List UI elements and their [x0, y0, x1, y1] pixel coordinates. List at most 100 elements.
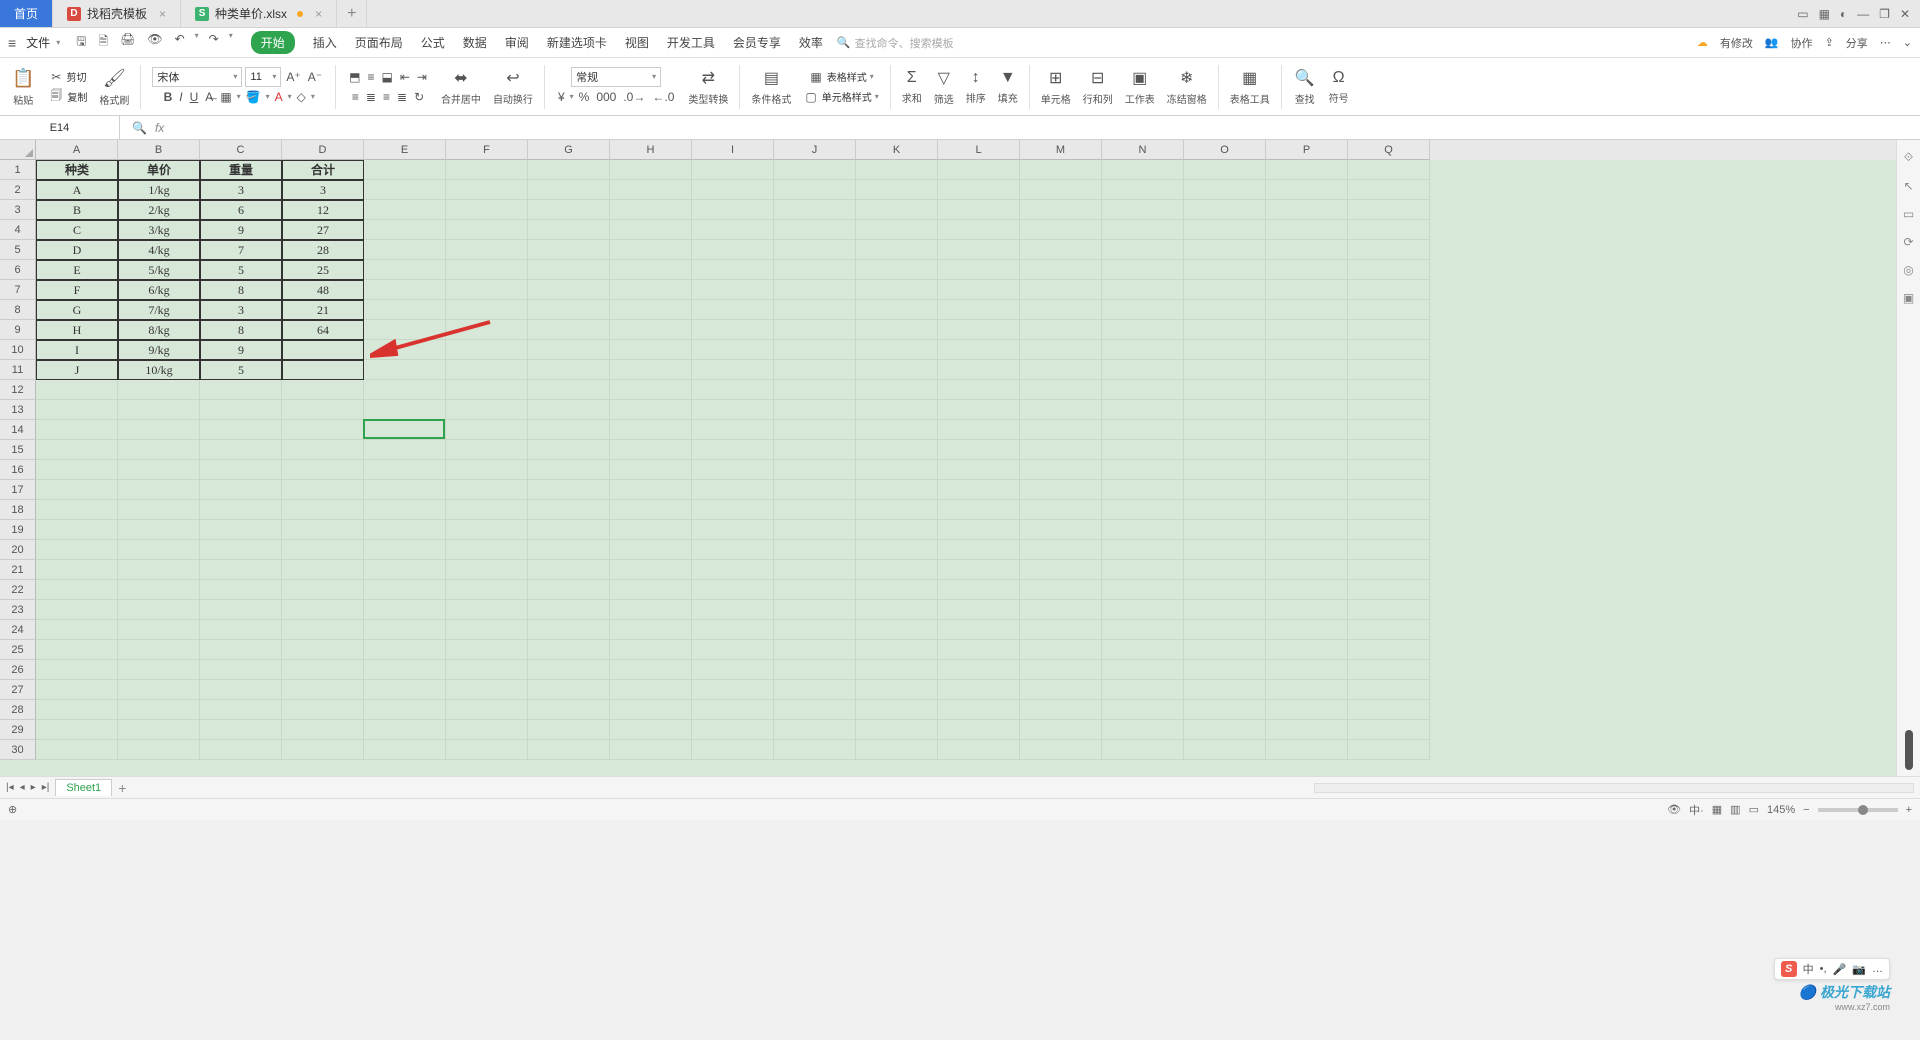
cell[interactable]: [1102, 240, 1184, 260]
menu-公式[interactable]: 公式: [421, 34, 445, 51]
ime-item[interactable]: •,: [1820, 963, 1827, 975]
tab-add[interactable]: +: [337, 0, 367, 27]
cell[interactable]: 10/kg: [118, 360, 200, 380]
cell[interactable]: [446, 340, 528, 360]
cell[interactable]: [938, 640, 1020, 660]
cell[interactable]: [1020, 220, 1102, 240]
cell[interactable]: [282, 600, 364, 620]
cell[interactable]: [774, 200, 856, 220]
cell[interactable]: [1266, 720, 1348, 740]
cell[interactable]: [200, 600, 282, 620]
rowcol-icon[interactable]: ⊟: [1089, 67, 1106, 89]
cell[interactable]: [200, 400, 282, 420]
cell[interactable]: [1020, 360, 1102, 380]
cell[interactable]: [200, 380, 282, 400]
cell[interactable]: [938, 740, 1020, 760]
minimize-icon[interactable]: —: [1857, 7, 1869, 21]
cell[interactable]: [938, 200, 1020, 220]
cell[interactable]: [528, 480, 610, 500]
cell[interactable]: [364, 640, 446, 660]
cell[interactable]: [528, 460, 610, 480]
cell[interactable]: [1266, 360, 1348, 380]
cell[interactable]: [446, 240, 528, 260]
cell[interactable]: [1184, 420, 1266, 440]
col-header[interactable]: M: [1020, 140, 1102, 160]
cell[interactable]: [856, 660, 938, 680]
fill-color-icon[interactable]: 🪣: [244, 89, 263, 105]
cell[interactable]: 3: [200, 180, 282, 200]
row-header[interactable]: 4: [0, 220, 36, 240]
cell[interactable]: [938, 620, 1020, 640]
row-header[interactable]: 3: [0, 200, 36, 220]
row-header[interactable]: 15: [0, 440, 36, 460]
cell[interactable]: [1102, 220, 1184, 240]
cell[interactable]: [364, 620, 446, 640]
cell[interactable]: I: [36, 340, 118, 360]
cell[interactable]: [118, 640, 200, 660]
cell[interactable]: [1184, 180, 1266, 200]
cell[interactable]: [610, 300, 692, 320]
cell[interactable]: [282, 620, 364, 640]
cell[interactable]: [610, 620, 692, 640]
filter-icon[interactable]: ▽: [936, 67, 952, 89]
cell[interactable]: [1184, 720, 1266, 740]
cell[interactable]: [1020, 280, 1102, 300]
ime-item[interactable]: 中: [1803, 961, 1814, 977]
tab-template[interactable]: D找稻壳模板×: [53, 0, 181, 27]
cell[interactable]: [1184, 260, 1266, 280]
cell[interactable]: 28: [282, 240, 364, 260]
ime-cam-icon[interactable]: 📷: [1852, 963, 1866, 976]
cell[interactable]: [364, 400, 446, 420]
cell[interactable]: [446, 600, 528, 620]
cell[interactable]: [1184, 640, 1266, 660]
cell[interactable]: [1020, 180, 1102, 200]
row-header[interactable]: 20: [0, 540, 36, 560]
cell[interactable]: [446, 200, 528, 220]
cell[interactable]: [118, 580, 200, 600]
cell[interactable]: [446, 500, 528, 520]
cell[interactable]: [692, 440, 774, 460]
cell[interactable]: [938, 340, 1020, 360]
cell[interactable]: [364, 320, 446, 340]
indent-dec-icon[interactable]: ⇤: [398, 69, 412, 85]
cell[interactable]: [1020, 600, 1102, 620]
cell[interactable]: [282, 700, 364, 720]
cell[interactable]: [282, 480, 364, 500]
cell[interactable]: [1020, 300, 1102, 320]
cell[interactable]: [282, 360, 364, 380]
ime-toolbar[interactable]: S 中 •, 🎤 📷 …: [1774, 958, 1890, 980]
cell[interactable]: [1184, 360, 1266, 380]
cell[interactable]: [200, 620, 282, 640]
cell[interactable]: [528, 160, 610, 180]
cell[interactable]: [692, 200, 774, 220]
cell[interactable]: [938, 240, 1020, 260]
file-menu[interactable]: 文件: [26, 34, 50, 51]
cell[interactable]: [36, 740, 118, 760]
cell[interactable]: [856, 420, 938, 440]
cell[interactable]: [1020, 700, 1102, 720]
cell[interactable]: [692, 540, 774, 560]
cell[interactable]: 7/kg: [118, 300, 200, 320]
cell[interactable]: [118, 480, 200, 500]
cell[interactable]: 5: [200, 360, 282, 380]
row-header[interactable]: 19: [0, 520, 36, 540]
font-size-select[interactable]: 11 ▾: [245, 67, 281, 87]
cell[interactable]: [1184, 740, 1266, 760]
cell[interactable]: [364, 560, 446, 580]
cell[interactable]: 3: [200, 300, 282, 320]
cell[interactable]: [1102, 560, 1184, 580]
cell[interactable]: 48: [282, 280, 364, 300]
cell[interactable]: [118, 500, 200, 520]
side-scroll-track[interactable]: [1905, 730, 1913, 770]
cell[interactable]: [528, 240, 610, 260]
cell[interactable]: [282, 440, 364, 460]
side-assistant-icon[interactable]: ⟐: [1904, 150, 1913, 165]
row-header[interactable]: 16: [0, 460, 36, 480]
cell[interactable]: [1348, 240, 1430, 260]
close-icon[interactable]: ×: [159, 7, 166, 21]
cell[interactable]: [692, 180, 774, 200]
cell[interactable]: [528, 360, 610, 380]
cell[interactable]: 5: [200, 260, 282, 280]
cell[interactable]: [1348, 720, 1430, 740]
row-header[interactable]: 1: [0, 160, 36, 180]
